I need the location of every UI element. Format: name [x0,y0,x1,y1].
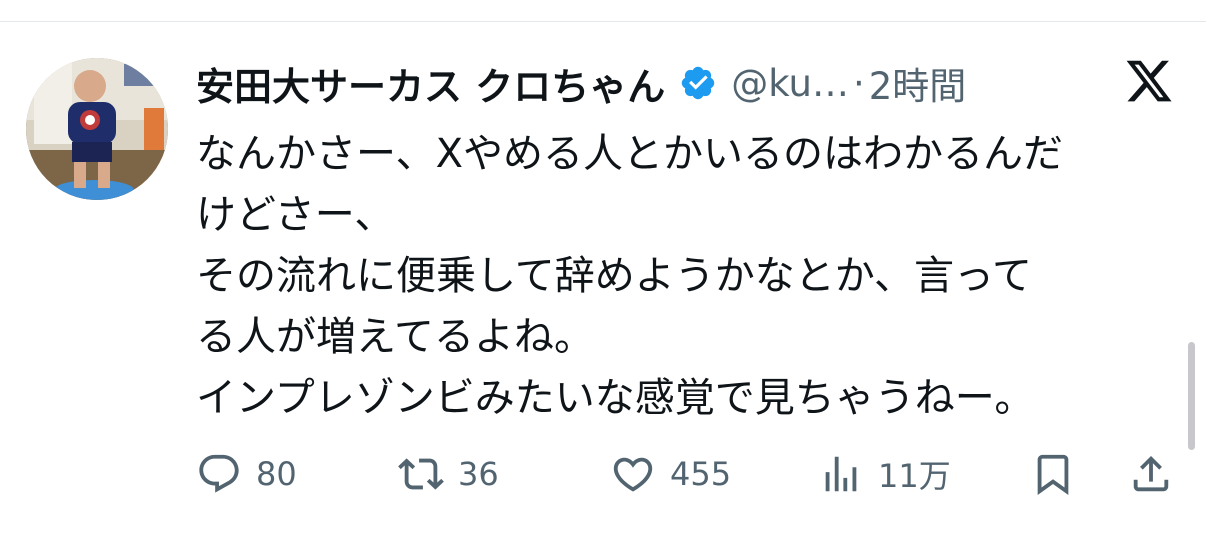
retweet-count: 36 [458,455,499,493]
reply-button[interactable]: 80 [196,444,297,504]
share-icon [1133,455,1169,492]
tweet-text-line: インプレゾンビみたいな感覚で見ちゃうねー。 [196,375,1035,421]
x-logo-icon [1126,60,1172,102]
reply-icon [199,454,239,493]
post-time[interactable]: 2時間 [869,56,967,110]
author-handle[interactable]: @ku… [731,62,849,105]
like-button[interactable]: 455 [610,444,731,504]
like-count: 455 [670,455,732,493]
views-icon [825,456,857,492]
tweet-text-line: る人が増えてるよね。 [196,314,594,360]
bookmark-button[interactable] [1030,444,1076,504]
tweet-text: なんかさー、Xやめる人とかいるのはわかるんだ けどさー、 その流れに便乗して辞め… [196,124,1176,429]
tweet-text-line: その流れに便乗して辞めようかなとか、言って [196,253,1032,299]
reply-count: 80 [256,455,297,493]
avatar[interactable] [26,58,168,200]
tweet-text-line: けどさー、 [196,192,395,238]
avatar-image [26,58,168,200]
action-bar: 80 36 455 11万 [0,444,1206,504]
author-name[interactable]: 安田大サーカス クロちゃん [196,56,665,111]
views-count: 11万 [878,457,951,495]
views-button[interactable]: 11万 [818,444,951,504]
share-button[interactable] [1128,444,1174,504]
tweet-text-line: なんかさー、Xやめる人とかいるのはわかるんだ [196,131,1064,177]
heart-icon [613,457,653,492]
scrollbar[interactable] [1188,342,1195,450]
tweet-header: 安田大サーカス クロちゃん @ku… · 2時間 [196,56,1126,110]
retweet-icon [398,458,444,490]
retweet-button[interactable]: 36 [398,444,499,504]
top-divider [0,21,1206,22]
bookmark-icon [1037,454,1069,495]
header-separator: · [852,61,865,105]
verified-badge-icon [682,66,715,100]
